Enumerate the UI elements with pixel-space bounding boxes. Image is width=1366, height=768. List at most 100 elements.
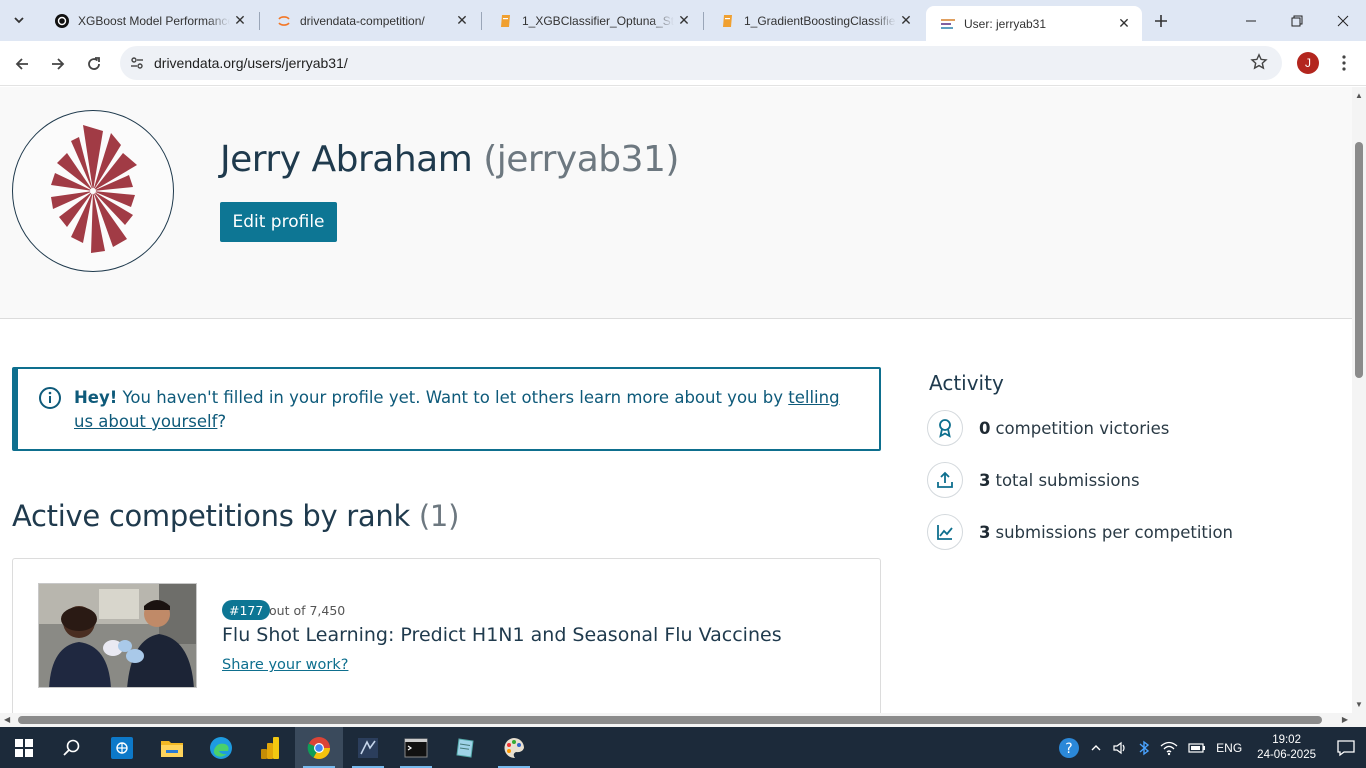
edge-icon: [210, 736, 232, 759]
close-tab-icon[interactable]: ✕: [230, 11, 250, 31]
taskbar-app-notes[interactable]: [441, 727, 489, 768]
edit-profile-button[interactable]: Edit profile: [220, 202, 337, 242]
close-tab-icon[interactable]: ✕: [896, 11, 916, 31]
tab-search-button[interactable]: [6, 9, 32, 31]
taskbar-powerbi[interactable]: [246, 727, 294, 768]
avatar: [12, 110, 174, 272]
taskbar-app-network[interactable]: [98, 727, 146, 768]
system-tray: ? ENG 19:02 24-06-2025: [1053, 727, 1366, 768]
clock[interactable]: 19:02 24-06-2025: [1257, 733, 1316, 763]
notes-app-icon: [456, 737, 474, 758]
back-button[interactable]: [8, 50, 36, 78]
url-text[interactable]: drivendata.org/users/jerryab31/: [154, 55, 348, 71]
clock-date: 24-06-2025: [1257, 748, 1316, 761]
page-viewport: Jerry Abraham (jerryab31) Edit profile H…: [0, 87, 1352, 713]
clock-time: 19:02: [1272, 733, 1301, 746]
horizontal-scroll-thumb[interactable]: [18, 716, 1322, 724]
upload-icon: [927, 462, 963, 498]
site-info-icon[interactable]: [120, 55, 154, 71]
horizontal-scrollbar[interactable]: ◀ ▶: [0, 713, 1366, 727]
alert-text: You haven't filled in your profile yet. …: [117, 388, 789, 407]
close-tab-icon[interactable]: ✕: [1114, 14, 1134, 34]
scroll-up-icon[interactable]: ▲: [1355, 91, 1363, 100]
scroll-left-icon[interactable]: ◀: [4, 715, 10, 724]
activity-text: 0 competition victories: [979, 419, 1169, 438]
browser-toolbar: drivendata.org/users/jerryab31/ J: [0, 41, 1366, 86]
competition-thumbnail[interactable]: [38, 583, 197, 688]
network-app-icon: [111, 736, 133, 759]
award-icon: [927, 410, 963, 446]
profile-header: Jerry Abraham (jerryab31) Edit profile: [0, 87, 1352, 319]
browser-menu-icon[interactable]: [1334, 51, 1354, 75]
share-work-link[interactable]: Share your work?: [222, 657, 348, 673]
windows-logo-icon: [15, 738, 33, 757]
scroll-down-icon[interactable]: ▼: [1355, 700, 1363, 709]
notification-center-icon[interactable]: [1326, 727, 1366, 768]
chrome-icon: [307, 736, 330, 759]
tab-jupyter[interactable]: drivendata-competition/ ✕: [262, 0, 480, 41]
chevron-up-icon[interactable]: [1090, 742, 1102, 754]
activity-value: 3: [979, 522, 991, 542]
vertical-scrollbar[interactable]: ▲ ▼: [1352, 87, 1366, 713]
volume-icon[interactable]: [1112, 740, 1128, 756]
avatar-pinwheel-image: [51, 125, 137, 253]
address-bar[interactable]: drivendata.org/users/jerryab31/: [120, 46, 1282, 80]
tab-title: User: jerryab31: [964, 16, 1047, 31]
alert-bold: Hey!: [74, 388, 118, 407]
scroll-right-icon[interactable]: ▶: [1342, 715, 1348, 724]
taskbar-file-explorer[interactable]: [148, 727, 196, 768]
minimize-icon[interactable]: [1228, 0, 1274, 41]
taskbar-edge[interactable]: [197, 727, 245, 768]
activity-label: total submissions: [995, 470, 1140, 490]
tab-title: 1_GradientBoostingClassifier: [744, 13, 896, 28]
help-icon[interactable]: ?: [1058, 737, 1080, 759]
taskbar-paint[interactable]: [490, 727, 538, 768]
bookmark-star-icon[interactable]: [1250, 53, 1268, 76]
taskbar-terminal[interactable]: [392, 727, 440, 768]
taskbar-chrome[interactable]: [295, 727, 343, 768]
tab-user-profile[interactable]: User: jerryab31 ✕: [926, 6, 1142, 41]
reload-icon: [88, 57, 100, 70]
tab-gradientboosting[interactable]: 1_GradientBoostingClassifier ✕: [706, 0, 924, 41]
competition-card: #177 out of 7,450 Flu Shot Learning: Pre…: [12, 558, 881, 713]
tab-title: drivendata-competition/: [300, 13, 425, 28]
plus-icon: [1155, 15, 1167, 27]
wifi-icon[interactable]: [1160, 740, 1178, 756]
info-icon: [39, 387, 61, 409]
restore-icon[interactable]: [1274, 0, 1320, 41]
activity-label: submissions per competition: [995, 522, 1234, 542]
taskbar-search-button[interactable]: [48, 727, 96, 768]
new-tab-button[interactable]: [1148, 8, 1174, 34]
activity-value: 0: [979, 418, 991, 438]
search-icon: [63, 739, 80, 756]
tab-title: XGBoost Model Performance: [78, 13, 230, 28]
line-chart-icon: [927, 514, 963, 550]
arrow-left-icon: [15, 58, 28, 70]
user-handle: (jerryab31): [483, 139, 679, 180]
activity-item-per-competition: 3 submissions per competition: [927, 514, 1233, 550]
battery-icon[interactable]: [1188, 742, 1206, 754]
start-button[interactable]: [0, 727, 48, 768]
competition-count: (1): [418, 499, 460, 533]
taskbar-sql-server[interactable]: [344, 727, 392, 768]
bluetooth-icon[interactable]: [1138, 740, 1150, 756]
close-window-icon[interactable]: [1320, 0, 1366, 41]
folder-icon: [161, 740, 183, 757]
window-controls: [1228, 0, 1366, 41]
alert-message: Hey! You haven't filled in your profile …: [74, 386, 854, 434]
profile-incomplete-alert: Hey! You haven't filled in your profile …: [12, 367, 881, 451]
tab-title: 1_XGBClassifier_Optuna_Strat: [522, 13, 674, 28]
close-tab-icon[interactable]: ✕: [452, 11, 472, 31]
activity-item-submissions: 3 total submissions: [927, 462, 1140, 498]
reload-button[interactable]: [80, 50, 108, 78]
tab-xgboost[interactable]: XGBoost Model Performance ✕: [40, 0, 258, 41]
activity-label: competition victories: [995, 418, 1170, 438]
vertical-scroll-thumb[interactable]: [1355, 142, 1363, 378]
terminal-icon: [404, 738, 428, 757]
close-tab-icon[interactable]: ✕: [674, 11, 694, 31]
competition-title-link[interactable]: Flu Shot Learning: Predict H1N1 and Seas…: [222, 624, 782, 646]
input-language[interactable]: ENG: [1216, 741, 1242, 755]
profile-avatar-button[interactable]: J: [1297, 52, 1319, 74]
forward-button[interactable]: [44, 50, 72, 78]
tab-xgbclassifier[interactable]: 1_XGBClassifier_Optuna_Strat ✕: [484, 0, 702, 41]
